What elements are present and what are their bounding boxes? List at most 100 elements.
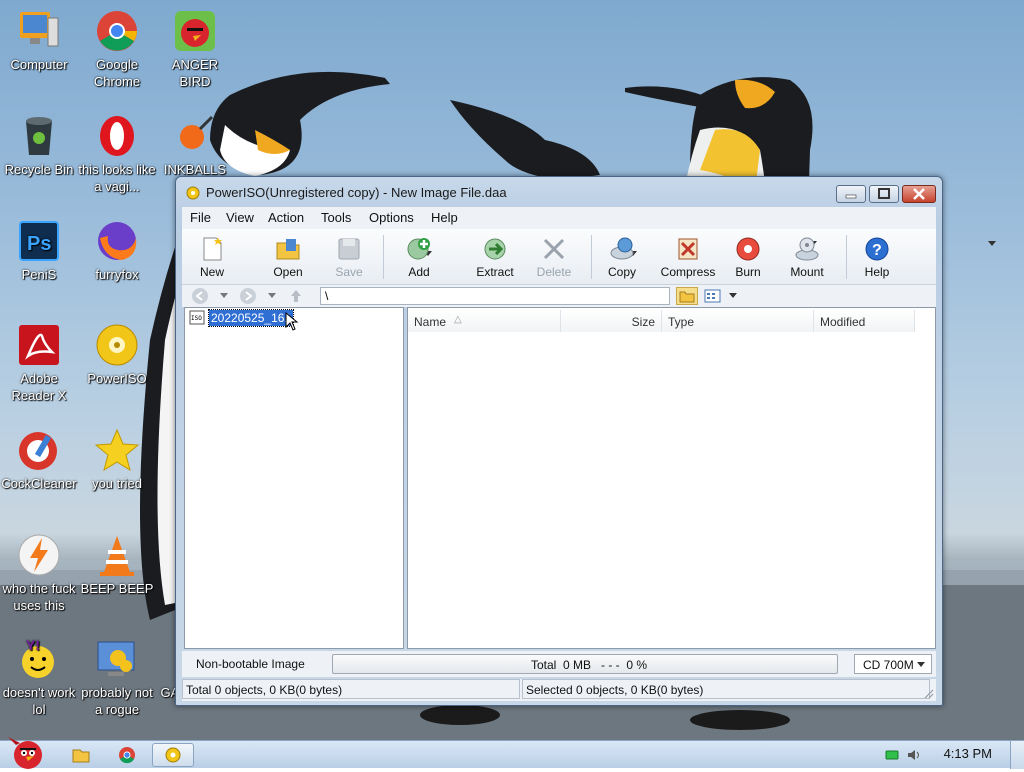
resize-grip-icon[interactable] <box>922 687 934 699</box>
back-button[interactable] <box>192 288 208 304</box>
desktop-icon-poweriso[interactable]: PowerISO <box>78 322 156 387</box>
taskbar: 4:13 PM <box>0 737 1024 769</box>
folder-tree: ISO 20220525_161 <box>184 307 404 649</box>
menu-file[interactable]: File <box>190 210 211 225</box>
taskbar-chrome-button[interactable] <box>108 743 146 767</box>
extract-icon <box>481 235 509 263</box>
forward-arrow-icon <box>245 291 253 301</box>
back-dropdown-arrow[interactable] <box>220 293 228 298</box>
close-button[interactable] <box>902 185 936 203</box>
grid-view-icon <box>704 289 721 303</box>
minimize-button[interactable] <box>836 185 866 203</box>
desktop-icon-winamp[interactable]: who the fuck uses this <box>0 532 78 614</box>
computer-icon <box>16 8 62 54</box>
taskbar-poweriso-button[interactable] <box>152 743 194 767</box>
desktop-icon-firefox[interactable]: furryfox <box>78 218 156 283</box>
burn-button[interactable]: Burn <box>718 233 778 279</box>
toolbar: New Open Save Add Extract Delete Copy Co… <box>182 229 996 285</box>
column-header-name[interactable]: Name △ <box>408 310 561 332</box>
iso-file-icon: ISO <box>189 310 205 325</box>
clock[interactable]: 4:13 PM <box>944 746 992 761</box>
mount-button[interactable]: Mount <box>777 233 837 279</box>
desktop-icon-gadget[interactable]: probably not a rogue <box>78 636 156 718</box>
menu-help[interactable]: Help <box>431 210 458 225</box>
view-mode-dropdown-arrow[interactable] <box>729 293 737 298</box>
ccleaner-icon <box>16 427 62 473</box>
menu-tools[interactable]: Tools <box>321 210 351 225</box>
desktop-icon-inkballs[interactable]: INKBALLS <box>156 113 234 178</box>
title-bar[interactable]: PowerISO(Unregistered copy) - New Image … <box>176 177 942 207</box>
svg-text:Ps: Ps <box>27 233 51 255</box>
forward-button[interactable] <box>240 288 256 304</box>
angry-bird-icon <box>172 8 218 54</box>
volume-tray-icon[interactable] <box>906 748 922 762</box>
up-arrow-icon <box>291 290 301 302</box>
path-field[interactable]: \ <box>320 287 670 305</box>
tree-item-label[interactable]: 20220525_161 <box>207 309 295 327</box>
poweriso-icon <box>165 747 181 763</box>
up-folder-button[interactable] <box>288 288 304 304</box>
column-header-modified[interactable]: Modified <box>814 310 915 332</box>
column-header-size[interactable]: Size <box>561 310 662 332</box>
new-icon <box>198 235 226 263</box>
opera-icon <box>94 113 140 159</box>
copy-icon <box>608 235 636 263</box>
add-icon <box>405 235 433 263</box>
open-button[interactable]: Open <box>258 233 318 279</box>
vlc-icon <box>94 532 140 578</box>
start-button[interactable] <box>2 731 48 769</box>
network-tray-icon[interactable] <box>885 748 899 762</box>
inkballs-icon <box>172 113 218 159</box>
firefox-icon <box>94 218 140 264</box>
back-arrow-icon <box>195 291 203 301</box>
maximize-button[interactable] <box>869 185 899 203</box>
poweriso-icon <box>94 322 140 368</box>
folder-view-button[interactable] <box>676 287 698 305</box>
star-icon <box>94 427 140 473</box>
view-mode-button[interactable] <box>704 288 722 304</box>
new-button[interactable]: New <box>182 233 242 279</box>
svg-text:?: ? <box>872 242 882 259</box>
total-objects-panel: Total 0 objects, 0 KB(0 bytes) <box>182 679 520 699</box>
help-icon: ? <box>863 235 891 263</box>
desktop-icon-adobe-reader[interactable]: Adobe Reader X <box>0 322 78 404</box>
copy-button[interactable]: Copy <box>592 233 652 279</box>
folder-icon <box>679 291 695 303</box>
info-bar: Total 0 objects, 0 KB(0 bytes) Selected … <box>182 679 936 701</box>
menu-action[interactable]: Action <box>268 210 304 225</box>
extract-button[interactable]: Extract <box>465 233 525 279</box>
desktop-icon-yahoo-messenger[interactable]: Y! doesn't work lol <box>0 636 78 718</box>
toolbar-separator <box>383 235 384 279</box>
compress-icon <box>674 235 702 263</box>
mount-icon <box>793 235 821 263</box>
sort-ascending-icon: △ <box>454 314 462 325</box>
add-button[interactable]: Add <box>389 233 449 279</box>
desktop-icon-ccleaner[interactable]: CockCleaner <box>0 427 78 492</box>
delete-button[interactable]: Delete <box>524 233 584 279</box>
menu-options[interactable]: Options <box>369 210 414 225</box>
show-desktop-button[interactable] <box>1010 741 1024 769</box>
desktop-icon-angry-bird[interactable]: ANGER BIRD <box>156 8 234 90</box>
delete-icon <box>540 235 568 263</box>
desktop-icon-chrome[interactable]: Google Chrome <box>78 8 156 90</box>
save-button[interactable]: Save <box>319 233 379 279</box>
mount-dropdown-arrow[interactable] <box>988 241 996 246</box>
taskbar-explorer-button[interactable] <box>62 743 100 767</box>
capacity-total-label: Total 0 MB - - - 0 % <box>531 658 648 672</box>
window-title: PowerISO(Unregistered copy) - New Image … <box>206 185 507 200</box>
desktop-icon-vlc[interactable]: BEEP BEEP <box>78 532 156 597</box>
winamp-icon <box>16 532 62 578</box>
media-size-select[interactable]: CD 700M <box>854 654 932 674</box>
help-button[interactable]: ? Help <box>847 233 907 279</box>
menu-bar: File View Action Tools Options Help <box>182 207 936 229</box>
desktop-icon-recycle-bin[interactable]: Recycle Bin <box>0 113 78 178</box>
column-header-type[interactable]: Type <box>662 310 814 332</box>
desktop-icon-photoshop[interactable]: Ps PeniS <box>0 218 78 283</box>
desktop-icon-computer[interactable]: Computer <box>0 8 78 73</box>
forward-dropdown-arrow[interactable] <box>268 293 276 298</box>
desktop-icon-you-tried[interactable]: you tried <box>78 427 156 492</box>
desktop-icon-opera[interactable]: this looks like a vagi... <box>78 113 156 195</box>
menu-view[interactable]: View <box>226 210 254 225</box>
mouse-cursor-icon <box>285 312 299 331</box>
compress-button[interactable]: Compress <box>652 233 724 279</box>
